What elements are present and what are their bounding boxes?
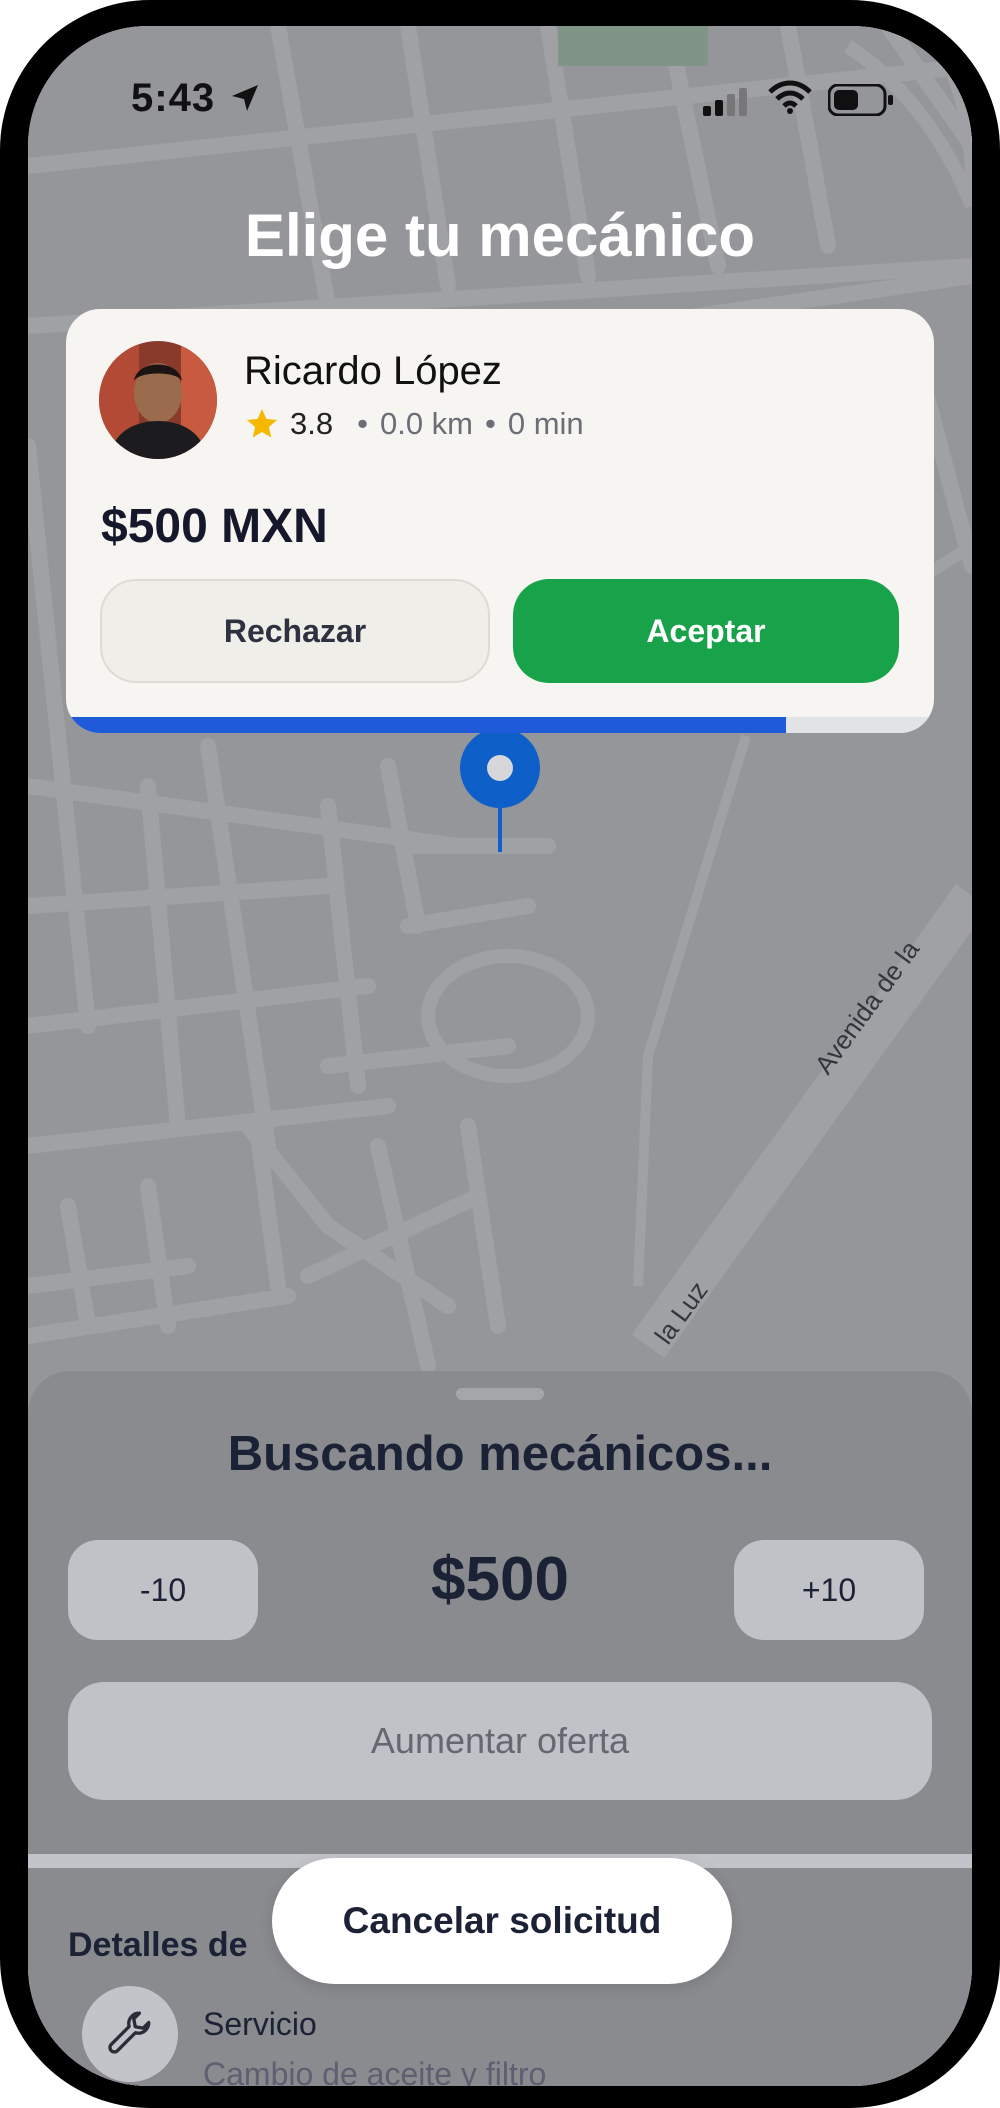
accept-button[interactable]: Aceptar bbox=[513, 579, 899, 683]
battery-icon bbox=[828, 84, 893, 116]
reject-button[interactable]: Rechazar bbox=[100, 579, 490, 683]
location-pin-icon bbox=[460, 728, 540, 852]
status-bar: 5:43 bbox=[28, 26, 972, 146]
service-icon-badge bbox=[82, 1986, 178, 2082]
search-status: Buscando mecánicos... bbox=[227, 1427, 773, 1481]
wifi-icon bbox=[768, 80, 812, 114]
service-value: Cambio de aceite y filtro bbox=[203, 2056, 547, 2086]
star-icon bbox=[247, 409, 277, 438]
mechanic-rating: 3.8 bbox=[290, 406, 334, 441]
service-label: Servicio bbox=[203, 2006, 317, 2042]
details-title: Detalles de bbox=[68, 1926, 248, 1964]
offer-timer-bar bbox=[66, 717, 934, 733]
status-time: 5:43 bbox=[131, 76, 216, 120]
page-title: Elige tu mecánico bbox=[244, 202, 756, 269]
wrench-icon bbox=[108, 2011, 151, 2054]
offer-price: $500 MXN bbox=[101, 500, 328, 553]
mechanic-distance: 0.0 km bbox=[379, 406, 473, 441]
phone-frame: Avenida de la la Luz 5:43 Elige tu mecán… bbox=[0, 0, 1000, 2108]
raise-offer-button[interactable]: Aumentar oferta bbox=[68, 1682, 932, 1800]
offer-timer-fill bbox=[66, 717, 787, 733]
mechanic-eta: 0 min bbox=[507, 406, 584, 441]
sheet-handle[interactable] bbox=[456, 1388, 544, 1400]
increase-offer-button[interactable]: +10 bbox=[734, 1540, 924, 1640]
separator-dot: • bbox=[485, 406, 496, 441]
mechanic-name: Ricardo López bbox=[244, 349, 502, 393]
offer-card: Ricardo López 3.8 • 0.0 km • 0 min $500 … bbox=[66, 309, 934, 733]
signal-icon bbox=[703, 88, 747, 116]
mechanic-avatar bbox=[99, 341, 217, 459]
separator-dot: • bbox=[357, 406, 368, 441]
cancel-request-button[interactable]: Cancelar solicitud bbox=[272, 1858, 732, 1984]
mechanic-stats: 3.8 • 0.0 km • 0 min bbox=[244, 406, 584, 442]
screen: Avenida de la la Luz 5:43 Elige tu mecán… bbox=[28, 26, 972, 2086]
location-arrow-icon bbox=[232, 85, 258, 111]
